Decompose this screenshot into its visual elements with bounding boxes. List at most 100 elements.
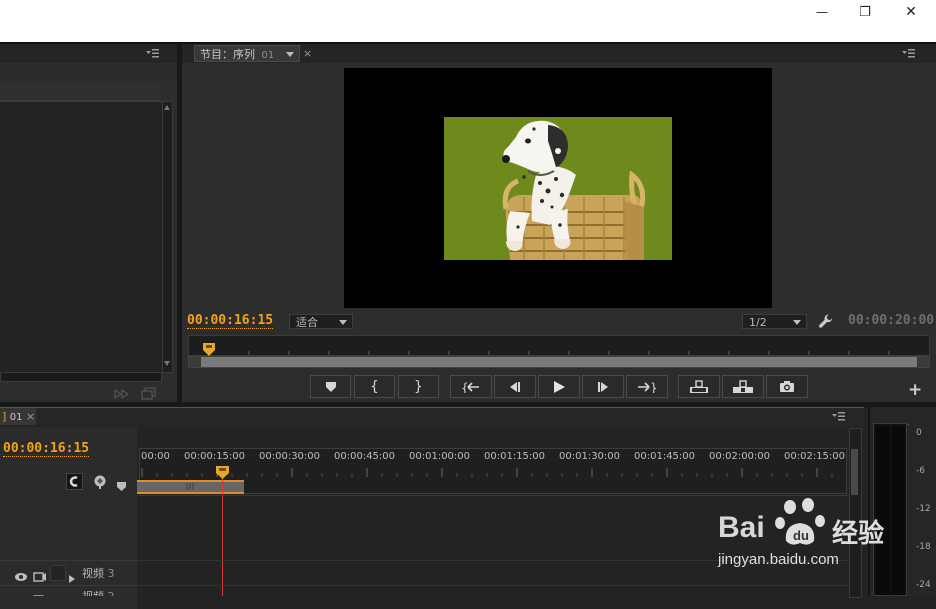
program-playhead[interactable] bbox=[203, 342, 215, 356]
timeline-current-time[interactable]: 00:00:16:15 bbox=[3, 441, 90, 457]
watermark-brand-right: 经验 bbox=[832, 519, 885, 549]
timeline-ruler-ticks bbox=[141, 468, 833, 477]
track-divider bbox=[138, 585, 848, 586]
mark-in-icon: { bbox=[370, 378, 379, 395]
meter-label-24: -24 bbox=[916, 580, 931, 590]
timeline-tab-close[interactable]: × bbox=[26, 410, 35, 423]
sequence-bracket-icon: ] bbox=[2, 410, 7, 423]
marker-icon bbox=[325, 381, 336, 392]
step-back-button[interactable] bbox=[494, 375, 536, 398]
program-ruler-ticks bbox=[208, 350, 890, 355]
program-tab-close[interactable]: × bbox=[303, 47, 312, 60]
resolution-dropdown-value: 1/2 bbox=[749, 316, 767, 329]
go-to-out-button[interactable]: } bbox=[626, 375, 668, 398]
lift-button[interactable] bbox=[678, 375, 720, 398]
add-button-icon[interactable]: + bbox=[908, 380, 922, 400]
filmstrip-icon[interactable] bbox=[33, 567, 47, 582]
svg-text:du: du bbox=[793, 528, 809, 543]
ruler-label: 00:00:45:00 bbox=[334, 451, 396, 462]
ruler-label: 00:00:15:00 bbox=[184, 451, 246, 462]
baidu-jingyan-watermark: Bai du 经验 jingyan.baidu.com bbox=[716, 493, 932, 581]
wrench-settings-icon[interactable] bbox=[818, 313, 834, 329]
project-list-header bbox=[0, 82, 160, 101]
meter-label-0: 0 bbox=[916, 428, 922, 438]
add-marker-button[interactable] bbox=[310, 375, 351, 398]
track-name: 视频 bbox=[82, 590, 104, 596]
ruler-label: 00:01:00:00 bbox=[409, 451, 471, 462]
filmstrip-icon[interactable] bbox=[33, 590, 47, 596]
restore-icon: ❐ bbox=[859, 4, 871, 20]
watermark-brand-left: Bai bbox=[718, 511, 765, 544]
timeline-playhead-handle[interactable] bbox=[216, 465, 229, 479]
eye-icon[interactable] bbox=[14, 567, 28, 581]
eye-icon[interactable] bbox=[14, 590, 28, 596]
window-titlebar bbox=[0, 0, 936, 42]
work-area-bar[interactable] bbox=[137, 480, 244, 494]
program-duration: 00:00:20:00 bbox=[848, 313, 935, 328]
program-current-time[interactable]: 00:00:16:15 bbox=[187, 313, 274, 329]
export-frame-button[interactable] bbox=[766, 375, 808, 398]
meter-label-6: -6 bbox=[916, 466, 925, 476]
fit-dropdown-value: 适合 bbox=[296, 316, 318, 329]
snap-toggle-button[interactable] bbox=[66, 473, 83, 490]
expand-track-icon[interactable] bbox=[69, 568, 75, 583]
timeline-tab-label: 01 bbox=[9, 412, 23, 423]
project-toolbar bbox=[0, 64, 177, 80]
mark-out-button[interactable]: } bbox=[398, 375, 439, 398]
paw-logo-icon: du bbox=[775, 498, 825, 545]
track-name: 视频 bbox=[82, 567, 104, 580]
ruler-label: 00:02:15:00 bbox=[784, 451, 846, 462]
mark-in-button[interactable]: { bbox=[354, 375, 395, 398]
program-panel-menu-icon[interactable] bbox=[902, 48, 916, 58]
ruler-label: 00:01:15:00 bbox=[484, 451, 546, 462]
sequence-dropdown-icon[interactable] bbox=[286, 52, 294, 58]
add-marker-icon[interactable] bbox=[117, 477, 127, 491]
restore-button[interactable]: ❐ bbox=[842, 0, 888, 24]
chevron-down-icon bbox=[339, 320, 347, 325]
program-zoom-scrollbar[interactable] bbox=[188, 356, 930, 368]
meter-grip-icon[interactable] bbox=[890, 412, 912, 425]
close-window-button[interactable]: ✕ bbox=[888, 0, 934, 24]
extract-icon bbox=[733, 379, 753, 393]
tab-program-sequence[interactable]: 节目：序列 01 bbox=[194, 45, 300, 62]
play-button[interactable] bbox=[538, 375, 580, 398]
track-header-video-2 bbox=[0, 585, 137, 609]
ruler-label: 00:00 bbox=[141, 451, 170, 462]
minimize-button[interactable]: — bbox=[799, 0, 845, 24]
program-tab-seq: 01 bbox=[261, 50, 275, 61]
step-forward-icon bbox=[598, 381, 608, 392]
fit-dropdown[interactable]: 适合 bbox=[289, 314, 353, 329]
timeline-tabbar bbox=[0, 407, 864, 426]
project-scrollbar[interactable] bbox=[162, 101, 173, 373]
tab-timeline-sequence[interactable]: ] 01 × bbox=[0, 408, 36, 425]
watermark-url: jingyan.baidu.com bbox=[718, 551, 839, 568]
go-to-in-icon: { bbox=[461, 381, 479, 393]
chevron-down-icon bbox=[793, 320, 801, 325]
track-lock-toggle[interactable] bbox=[50, 565, 66, 581]
timeline-playhead-line[interactable] bbox=[222, 468, 223, 596]
track-number: 3 bbox=[107, 567, 115, 580]
step-back-icon bbox=[510, 381, 520, 392]
ruler-label: 00:02:00:00 bbox=[709, 451, 771, 462]
mark-out-icon: } bbox=[414, 378, 423, 395]
project-hscrollbar[interactable] bbox=[0, 372, 162, 382]
magnet-icon bbox=[69, 476, 78, 487]
extract-button[interactable] bbox=[722, 375, 764, 398]
program-tab-label: 节目：序列 bbox=[200, 48, 255, 61]
play-icon bbox=[554, 380, 565, 393]
project-panel-menu-icon[interactable] bbox=[146, 48, 160, 58]
track-label-video-2: 视频 2 bbox=[82, 588, 115, 596]
project-bottom-icons bbox=[112, 386, 162, 400]
svg-text:{: { bbox=[461, 381, 469, 393]
dalmatian-puppy-basket-image bbox=[444, 117, 672, 260]
go-to-in-button[interactable]: { bbox=[450, 375, 492, 398]
track-number: 2 bbox=[108, 590, 115, 596]
resolution-dropdown[interactable]: 1/2 bbox=[742, 314, 807, 329]
timeline-panel-menu-icon[interactable] bbox=[832, 411, 846, 421]
go-to-out-icon: } bbox=[638, 381, 657, 393]
svg-text:}: } bbox=[650, 381, 657, 393]
step-forward-button[interactable] bbox=[582, 375, 624, 398]
linked-selection-icon[interactable] bbox=[92, 474, 108, 490]
minimize-icon: — bbox=[816, 5, 828, 19]
ruler-label: 00:00:30:00 bbox=[259, 451, 321, 462]
